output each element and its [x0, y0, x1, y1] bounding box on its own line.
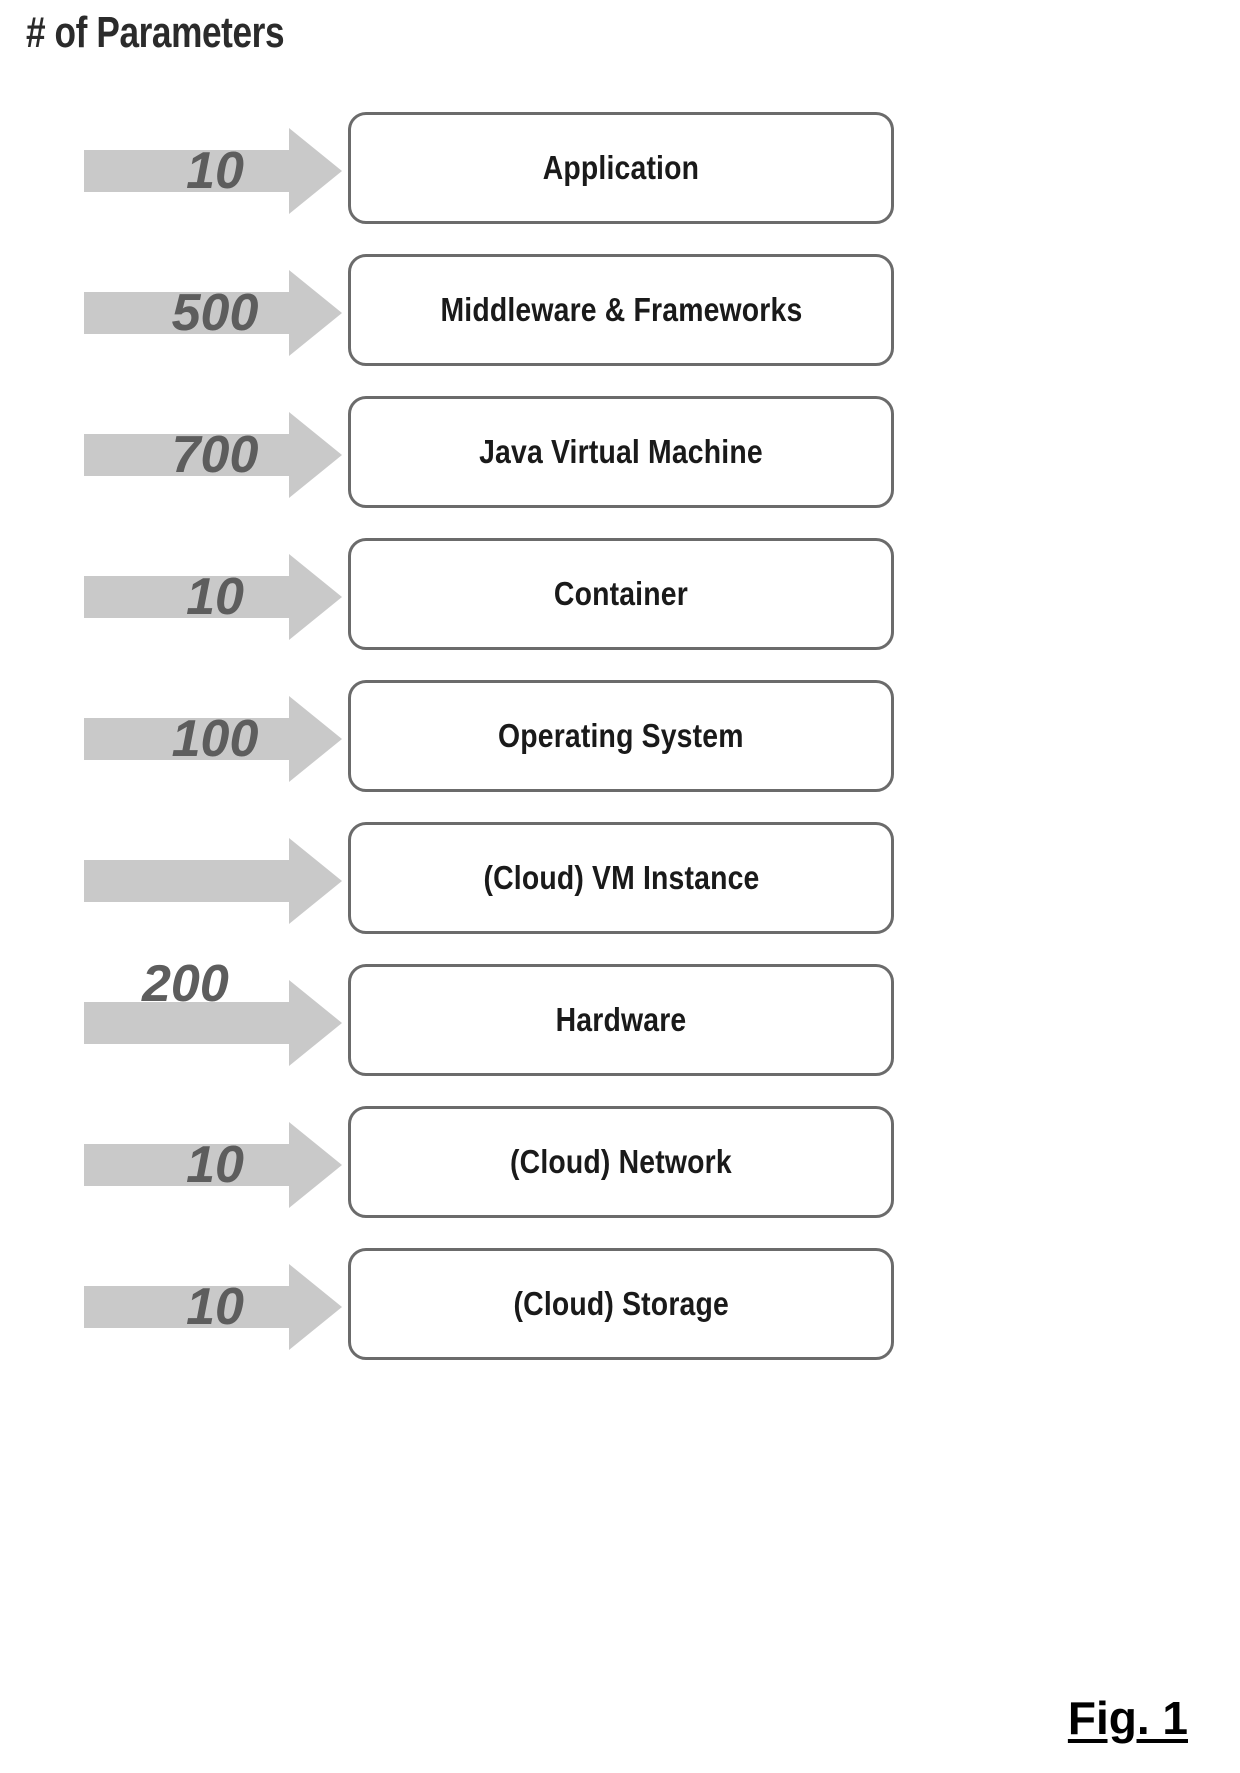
layer-box-1[interactable]: Middleware & Frameworks — [348, 254, 894, 366]
parameter-arrow: 10 — [84, 1094, 346, 1236]
layer-row-1: 500 Middleware & Frameworks — [0, 242, 1240, 384]
parameter-arrow: 500 — [84, 242, 346, 384]
parameter-arrow: 100 — [84, 668, 346, 810]
figure-caption: Fig. 1 — [1067, 1692, 1188, 1744]
layer-box-5[interactable]: (Cloud) VM Instance — [348, 822, 894, 934]
arrow-icon — [84, 696, 342, 782]
layer-box-6[interactable]: Hardware — [348, 964, 894, 1076]
arrow-icon — [84, 1264, 342, 1350]
layer-box-2[interactable]: Java Virtual Machine — [348, 396, 894, 508]
arrow-icon — [84, 270, 342, 356]
layer-row-7: 10 (Cloud) Network — [0, 1094, 1240, 1236]
arrow-icon — [84, 1122, 342, 1208]
layer-label-2: Java Virtual Machine — [479, 433, 763, 470]
layer-row-2: 700 Java Virtual Machine — [0, 384, 1240, 526]
layer-row-0: 10 Application — [0, 100, 1240, 242]
layer-row-6: Hardware — [0, 952, 1240, 1094]
layer-box-7[interactable]: (Cloud) Network — [348, 1106, 894, 1218]
layer-label-8: (Cloud) Storage — [513, 1285, 729, 1322]
layer-row-4: 100 Operating System — [0, 668, 1240, 810]
layer-box-8[interactable]: (Cloud) Storage — [348, 1248, 894, 1360]
layer-label-1: Middleware & Frameworks — [440, 291, 802, 328]
arrow-icon — [84, 128, 342, 214]
parameter-arrow: 10 — [84, 1236, 346, 1378]
layer-label-3: Container — [554, 575, 688, 612]
layer-box-4[interactable]: Operating System — [348, 680, 894, 792]
arrow-icon — [84, 554, 342, 640]
parameter-arrow — [84, 952, 346, 1094]
parameter-arrow: 200 — [84, 810, 346, 1013]
parameter-arrow: 10 — [84, 100, 346, 242]
arrow-icon — [84, 980, 342, 1066]
arrow-icon — [84, 412, 342, 498]
arrow-icon — [84, 838, 342, 924]
layer-box-0[interactable]: Application — [348, 112, 894, 224]
layer-box-3[interactable]: Container — [348, 538, 894, 650]
layer-label-5: (Cloud) VM Instance — [482, 859, 760, 896]
parameter-arrow: 10 — [84, 526, 346, 668]
layer-label-6: Hardware — [555, 1001, 687, 1038]
layer-label-0: Application — [542, 149, 700, 186]
layer-stack: 10 Application 500 Middleware & Framewor… — [0, 100, 1240, 1378]
layer-row-8: 10 (Cloud) Storage — [0, 1236, 1240, 1378]
layer-label-4: Operating System — [498, 717, 744, 754]
layer-row-3: 10 Container — [0, 526, 1240, 668]
parameter-arrow: 700 — [84, 384, 346, 526]
layer-label-7: (Cloud) Network — [510, 1143, 732, 1180]
page-title: # of Parameters — [26, 8, 285, 57]
layer-row-5: 200 (Cloud) VM Instance — [0, 810, 1240, 1013]
